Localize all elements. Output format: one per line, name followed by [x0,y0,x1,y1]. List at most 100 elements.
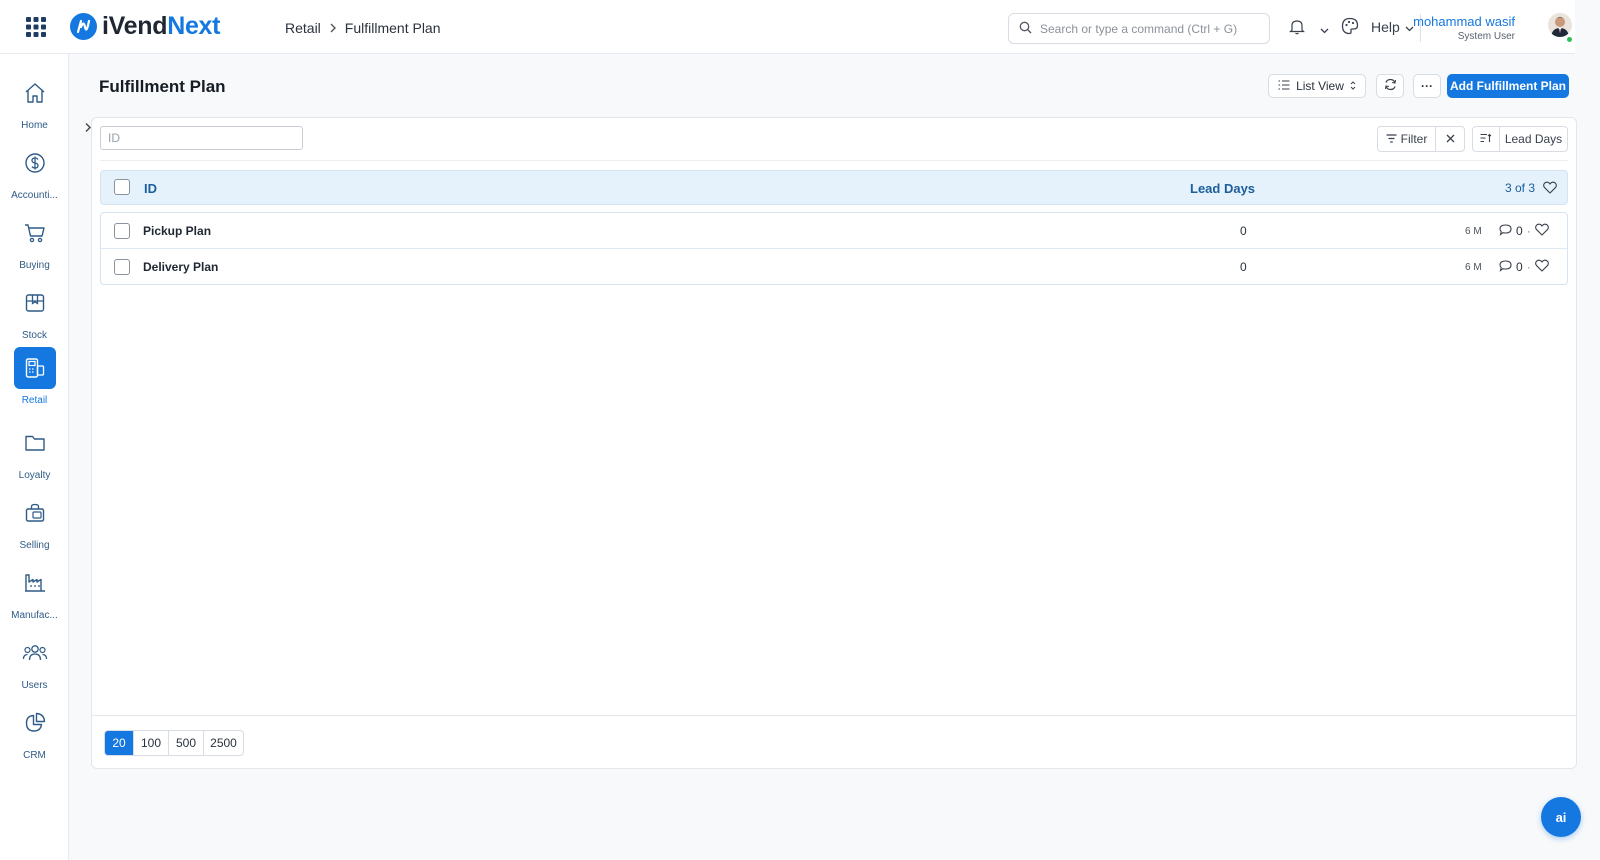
refresh-icon [1384,78,1397,94]
sidebar-item-home[interactable]: Home [0,72,69,138]
breadcrumb-retail[interactable]: Retail [285,20,321,36]
row-name[interactable]: Pickup Plan [143,224,211,238]
sidebar-item-manufacturing[interactable]: Manufac... [0,562,69,628]
sidebar-item-buying[interactable]: Buying [0,212,69,278]
sort-controls: Lead Days [1472,126,1568,152]
row-name[interactable]: Delivery Plan [143,260,218,274]
online-status-dot [1566,36,1573,43]
row-comments[interactable]: 0 · [1499,259,1549,275]
sort-direction-button[interactable] [1473,127,1500,151]
sidebar-item-users[interactable]: Users [0,632,69,698]
more-actions-button[interactable]: ··· [1413,74,1441,98]
ai-assistant-button[interactable]: ai [1541,797,1581,837]
app-logo[interactable]: iVendNext [70,12,220,41]
breadcrumb-current: Fulfillment Plan [344,20,441,36]
avatar[interactable] [1548,13,1572,37]
page-size-100[interactable]: 100 [133,731,168,755]
global-search[interactable] [1008,13,1270,44]
heart-icon[interactable] [1534,223,1549,239]
sidebar-item-label: Users [21,680,48,691]
page-size-selector: 20 100 500 2500 [104,730,244,756]
search-icon [1019,21,1032,37]
row-checkbox[interactable] [114,223,130,239]
sidebar: Home Accounti... Buying Stock Retail Loy… [0,54,69,860]
page-size-2500[interactable]: 2500 [203,731,243,755]
row-modified: 6 M [1465,226,1482,237]
sidebar-item-loyalty[interactable]: Loyalty [0,422,69,488]
sidebar-item-label: Accounti... [11,190,58,201]
sidebar-item-stock[interactable]: Stock [0,282,69,348]
user-name: mohammad wasif [1413,14,1515,29]
sidebar-item-retail[interactable]: Retail [0,347,69,413]
record-count: 3 of 3 [1505,181,1536,195]
row-modified: 6 M [1465,262,1482,273]
notification-bell-icon[interactable] [1289,18,1305,38]
sort-field-button[interactable]: Lead Days [1500,127,1567,151]
user-info[interactable]: mohammad wasif System User [1413,14,1515,42]
sidebar-item-label: Stock [21,330,47,341]
footer-divider [92,715,1576,716]
dollar-circle-icon [14,142,56,184]
theme-palette-icon[interactable] [1341,17,1359,38]
help-menu[interactable]: Help [1371,19,1414,35]
cart-icon [14,212,56,254]
table-body: Pickup Plan 0 6 M 0 · Delivery Plan 0 6 … [100,212,1568,285]
pos-terminal-icon [13,347,56,389]
list-view-selector[interactable]: List View [1268,74,1366,98]
sidebar-item-label: Loyalty [18,470,51,481]
search-input[interactable] [1040,21,1260,36]
comment-count: 0 [1516,224,1523,238]
sidebar-item-label: Retail [21,395,48,406]
add-fulfillment-plan-button[interactable]: Add Fulfillment Plan [1447,74,1569,98]
panel-divider [100,160,1568,161]
page-size-500[interactable]: 500 [168,731,203,755]
sidebar-item-label: Buying [19,260,50,271]
clear-filter-button[interactable] [1436,127,1464,151]
filter-label: Filter [1400,132,1428,146]
heart-icon[interactable] [1543,181,1557,197]
table-row[interactable]: Delivery Plan 0 6 M 0 · [101,248,1567,284]
help-label: Help [1371,19,1400,35]
filter-icon [1386,132,1397,146]
sidebar-item-selling[interactable]: Selling [0,492,69,558]
ivend-logo-icon [70,13,97,40]
chevron-down-icon[interactable] [1320,22,1329,37]
home-icon [14,72,56,114]
breadcrumb: Retail Fulfillment Plan [285,20,441,36]
logo-text: iVendNext [102,12,221,40]
comment-count: 0 [1516,260,1523,274]
sidebar-item-crm[interactable]: CRM [0,702,69,768]
row-checkbox[interactable] [114,259,130,275]
apps-grid-icon[interactable] [26,17,46,37]
list-view-label: List View [1296,79,1344,93]
sidebar-item-label: Selling [19,540,50,551]
row-lead-days: 0 [1240,224,1247,238]
filter-button[interactable]: Filter [1378,127,1436,151]
sidebar-toggle-chevron-right-icon[interactable] [84,121,92,136]
shopping-bag-icon [14,492,56,534]
more-icon: ··· [1421,79,1433,93]
select-all-checkbox[interactable] [114,179,130,195]
pie-chart-icon [14,702,56,744]
page-title: Fulfillment Plan [99,77,226,96]
chevron-right-icon [329,21,337,36]
close-icon [1446,132,1455,146]
sidebar-item-label: Manufac... [11,610,58,621]
refresh-button[interactable] [1376,74,1404,98]
box-icon [14,282,56,324]
row-comments[interactable]: 0 · [1499,223,1549,239]
page-size-20[interactable]: 20 [105,731,133,755]
id-filter-input[interactable] [100,126,303,150]
folder-icon [14,422,56,464]
table-row[interactable]: Pickup Plan 0 6 M 0 · [101,213,1567,249]
sidebar-item-accounting[interactable]: Accounti... [0,142,69,208]
users-icon [14,632,56,674]
sort-icon [1480,132,1492,146]
column-header-id[interactable]: ID [144,181,157,196]
user-role: System User [1457,31,1515,42]
top-navbar: iVendNext Retail Fulfillment Plan Help m… [0,0,1575,54]
factory-icon [14,562,56,604]
list-icon [1278,79,1290,93]
column-header-lead-days[interactable]: Lead Days [1190,181,1255,196]
heart-icon[interactable] [1534,259,1549,275]
